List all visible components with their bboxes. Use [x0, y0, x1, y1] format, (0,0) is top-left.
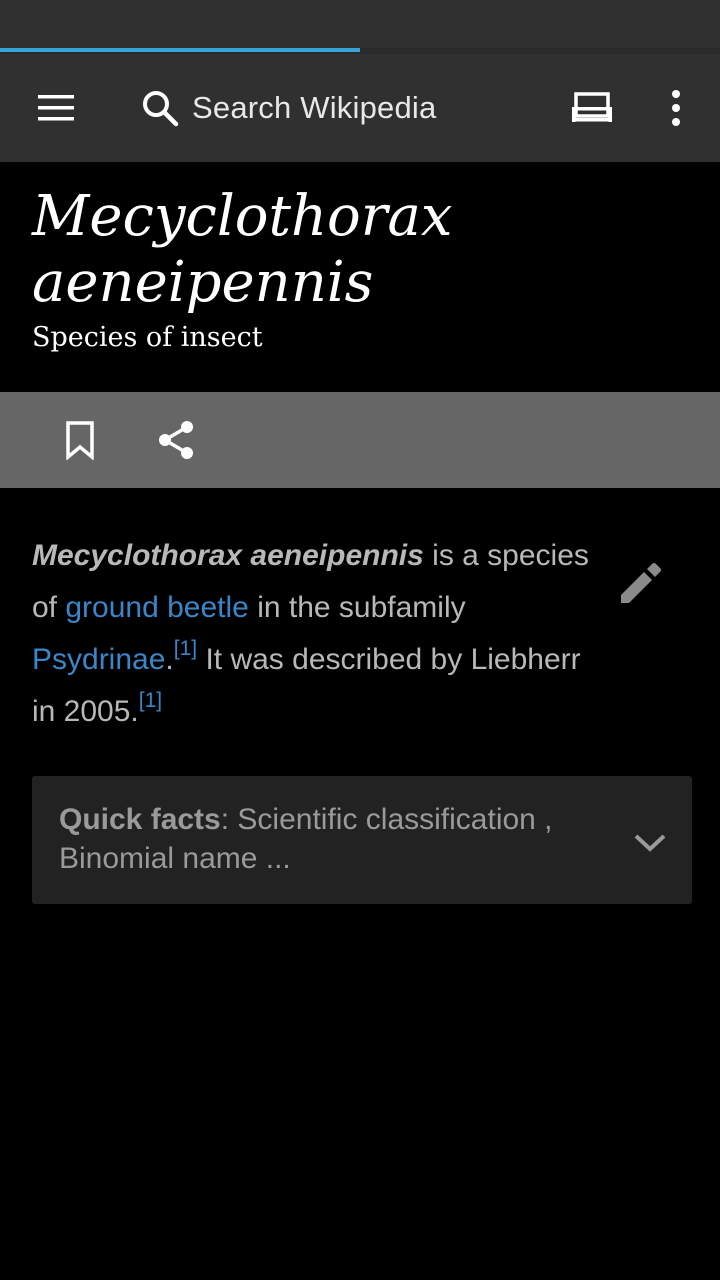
edit-section-button[interactable] — [608, 552, 672, 616]
expand-quick-facts-button[interactable] — [618, 810, 682, 874]
share-icon — [159, 421, 193, 459]
search-bar[interactable]: Search Wikipedia — [140, 76, 436, 140]
link-ground-beetle[interactable]: ground beetle — [65, 591, 249, 624]
bookmark-icon — [66, 421, 94, 460]
quick-facts-label: Quick facts — [59, 803, 221, 836]
lead-paragraph: Mecyclothorax aeneipennis is a species o… — [32, 530, 602, 738]
overflow-menu-button[interactable] — [644, 76, 708, 140]
reference-link[interactable]: [1] — [174, 637, 197, 660]
menu-icon — [38, 95, 74, 121]
reference-link[interactable]: [1] — [139, 689, 162, 712]
share-button[interactable] — [144, 408, 208, 472]
menu-button[interactable] — [24, 76, 88, 140]
title-line-1: Mecyclothorax — [32, 184, 453, 249]
article-header: Mecyclothorax aeneipennis Species of ins… — [0, 162, 720, 392]
article-body: Mecyclothorax aeneipennis is a species o… — [32, 530, 672, 738]
chevron-down-icon — [634, 834, 666, 852]
species-name: Mecyclothorax aeneipennis — [32, 539, 424, 572]
link-psydrinae[interactable]: Psydrinae — [32, 643, 165, 676]
search-icon — [143, 91, 179, 127]
save-bookmark-button[interactable] — [48, 408, 112, 472]
tabs-icon — [572, 92, 612, 122]
lead-text: . — [165, 643, 174, 676]
article-title: Mecyclothorax aeneipennis — [32, 184, 682, 316]
progress-fill — [0, 48, 360, 52]
title-line-2: aeneipennis — [32, 250, 374, 315]
search-placeholder: Search Wikipedia — [192, 90, 437, 125]
top-toolbar: Search Wikipedia — [0, 54, 720, 162]
tabs-button[interactable] — [560, 76, 624, 140]
lead-text: in the subfamily — [248, 591, 466, 624]
quick-facts-panel[interactable]: Quick facts: Scientific classification ,… — [32, 776, 692, 904]
article-action-bar — [0, 392, 720, 488]
overflow-menu-icon — [672, 90, 680, 126]
pencil-icon — [621, 563, 661, 603]
article-description: Species of insect — [32, 322, 263, 353]
quick-facts-summary: Quick facts: Scientific classification ,… — [59, 800, 599, 878]
status-bar — [0, 0, 720, 48]
